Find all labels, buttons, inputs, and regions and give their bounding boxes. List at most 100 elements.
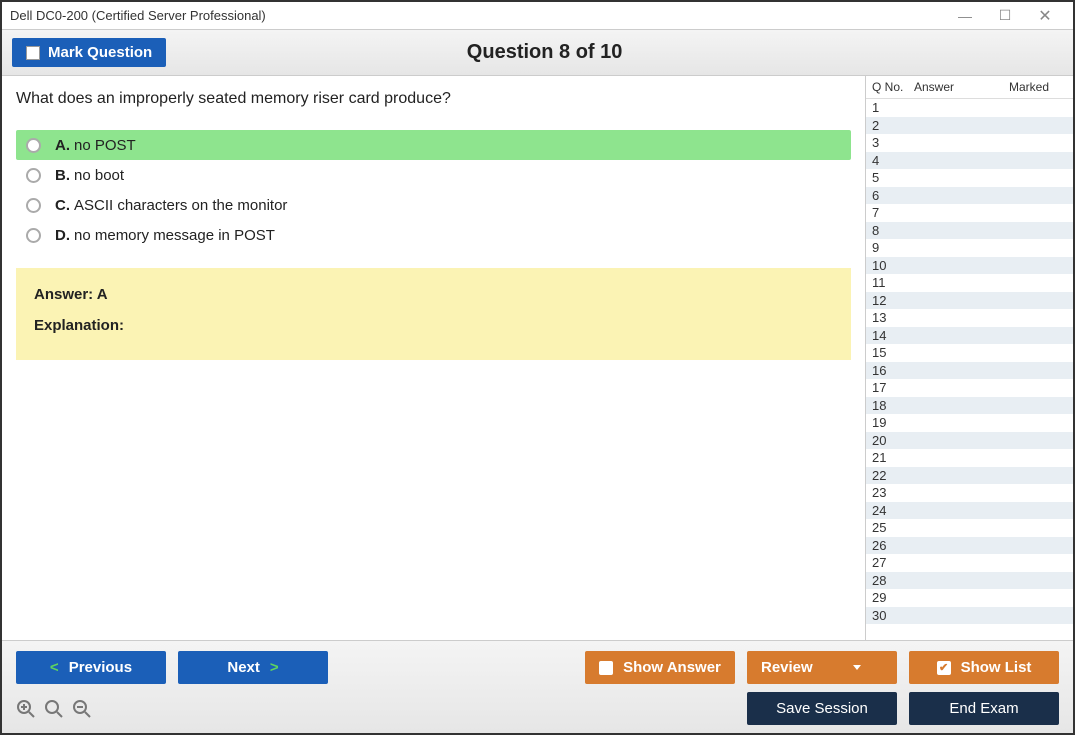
- sidebar-row[interactable]: 5: [866, 169, 1073, 187]
- row-qno: 14: [866, 328, 914, 343]
- row-qno: 11: [866, 275, 914, 290]
- sidebar-row[interactable]: 6: [866, 187, 1073, 205]
- footer-bar: < Previous Next > Show Answer Review Sho…: [2, 640, 1073, 733]
- sidebar-row[interactable]: 28: [866, 572, 1073, 590]
- sidebar-row[interactable]: 8: [866, 222, 1073, 240]
- minimize-button[interactable]: —: [945, 4, 985, 28]
- window-controls: — ☐ ✕: [945, 4, 1065, 28]
- answer-box: Answer: A Explanation:: [16, 268, 851, 360]
- col-answer: Answer: [914, 80, 1009, 94]
- maximize-button[interactable]: ☐: [985, 4, 1025, 28]
- option-C[interactable]: C. ASCII characters on the monitor: [16, 190, 851, 220]
- row-qno: 1: [866, 100, 914, 115]
- option-text: no memory message in POST: [74, 227, 275, 244]
- checkbox-checked-icon: [937, 661, 951, 675]
- row-qno: 10: [866, 258, 914, 273]
- row-qno: 19: [866, 415, 914, 430]
- sidebar-row[interactable]: 21: [866, 449, 1073, 467]
- sidebar-row[interactable]: 27: [866, 554, 1073, 572]
- sidebar-row[interactable]: 24: [866, 502, 1073, 520]
- row-qno: 13: [866, 310, 914, 325]
- sidebar-body[interactable]: 1234567891011121314151617181920212223242…: [866, 99, 1073, 640]
- close-button[interactable]: ✕: [1025, 4, 1065, 28]
- chevron-right-icon: >: [270, 659, 279, 676]
- option-letter: B.: [55, 167, 70, 184]
- sidebar-row[interactable]: 13: [866, 309, 1073, 327]
- sidebar-row[interactable]: 20: [866, 432, 1073, 450]
- next-button[interactable]: Next >: [178, 651, 328, 684]
- save-session-button[interactable]: Save Session: [747, 692, 897, 725]
- option-A[interactable]: A. no POST: [16, 130, 851, 160]
- sidebar-row[interactable]: 2: [866, 117, 1073, 135]
- row-qno: 17: [866, 380, 914, 395]
- sidebar-row[interactable]: 1: [866, 99, 1073, 117]
- sidebar-row[interactable]: 14: [866, 327, 1073, 345]
- row-qno: 24: [866, 503, 914, 518]
- explanation-label: Explanation:: [34, 317, 833, 334]
- radio-icon: [26, 228, 41, 243]
- header-bar: Mark Question Question 8 of 10: [2, 30, 1073, 76]
- row-qno: 12: [866, 293, 914, 308]
- footer-row-2: Save Session End Exam: [16, 692, 1059, 725]
- previous-label: Previous: [69, 659, 132, 676]
- next-label: Next: [227, 659, 260, 676]
- sidebar-row[interactable]: 3: [866, 134, 1073, 152]
- review-dropdown[interactable]: Review: [747, 651, 897, 684]
- sidebar-row[interactable]: 15: [866, 344, 1073, 362]
- row-qno: 16: [866, 363, 914, 378]
- zoom-icon[interactable]: [44, 699, 64, 719]
- row-qno: 2: [866, 118, 914, 133]
- mark-question-button[interactable]: Mark Question: [12, 38, 166, 67]
- sidebar-row[interactable]: 10: [866, 257, 1073, 275]
- sidebar-row[interactable]: 4: [866, 152, 1073, 170]
- sidebar-row[interactable]: 11: [866, 274, 1073, 292]
- sidebar-row[interactable]: 9: [866, 239, 1073, 257]
- sidebar-row[interactable]: 30: [866, 607, 1073, 625]
- show-list-button[interactable]: Show List: [909, 651, 1059, 684]
- answer-line: Answer: A: [34, 286, 833, 303]
- row-qno: 15: [866, 345, 914, 360]
- option-text: ASCII characters on the monitor: [74, 197, 287, 214]
- sidebar-row[interactable]: 26: [866, 537, 1073, 555]
- col-marked: Marked: [1009, 80, 1073, 94]
- footer-row-1: < Previous Next > Show Answer Review Sho…: [16, 651, 1059, 684]
- zoom-in-icon[interactable]: [16, 699, 36, 719]
- sidebar-row[interactable]: 16: [866, 362, 1073, 380]
- sidebar-row[interactable]: 19: [866, 414, 1073, 432]
- sidebar-row[interactable]: 7: [866, 204, 1073, 222]
- row-qno: 8: [866, 223, 914, 238]
- question-number-title: Question 8 of 10: [166, 41, 923, 64]
- sidebar-row[interactable]: 23: [866, 484, 1073, 502]
- options-list: A. no POSTB. no bootC. ASCII characters …: [16, 130, 851, 250]
- sidebar-row[interactable]: 25: [866, 519, 1073, 537]
- option-text: no POST: [74, 137, 136, 154]
- question-text: What does an improperly seated memory ri…: [16, 90, 851, 108]
- sidebar-row[interactable]: 12: [866, 292, 1073, 310]
- app-title: Dell DC0-200 (Certified Server Professio…: [10, 8, 945, 23]
- zoom-out-icon[interactable]: [72, 699, 92, 719]
- sidebar-row[interactable]: 18: [866, 397, 1073, 415]
- previous-button[interactable]: < Previous: [16, 651, 166, 684]
- sidebar-header: Q No. Answer Marked: [866, 76, 1073, 99]
- sidebar-row[interactable]: 22: [866, 467, 1073, 485]
- show-answer-button[interactable]: Show Answer: [585, 651, 735, 684]
- row-qno: 5: [866, 170, 914, 185]
- row-qno: 7: [866, 205, 914, 220]
- row-qno: 25: [866, 520, 914, 535]
- sidebar-row[interactable]: 17: [866, 379, 1073, 397]
- radio-icon: [26, 198, 41, 213]
- option-letter: D.: [55, 227, 70, 244]
- row-qno: 9: [866, 240, 914, 255]
- app-window: Dell DC0-200 (Certified Server Professio…: [0, 0, 1075, 735]
- row-qno: 26: [866, 538, 914, 553]
- mark-question-label: Mark Question: [48, 44, 152, 61]
- option-D[interactable]: D. no memory message in POST: [16, 220, 851, 250]
- end-exam-button[interactable]: End Exam: [909, 692, 1059, 725]
- option-B[interactable]: B. no boot: [16, 160, 851, 190]
- sidebar-row[interactable]: 29: [866, 589, 1073, 607]
- chevron-left-icon: <: [50, 659, 59, 676]
- row-qno: 4: [866, 153, 914, 168]
- show-list-label: Show List: [961, 659, 1032, 676]
- row-qno: 3: [866, 135, 914, 150]
- review-label: Review: [761, 659, 813, 676]
